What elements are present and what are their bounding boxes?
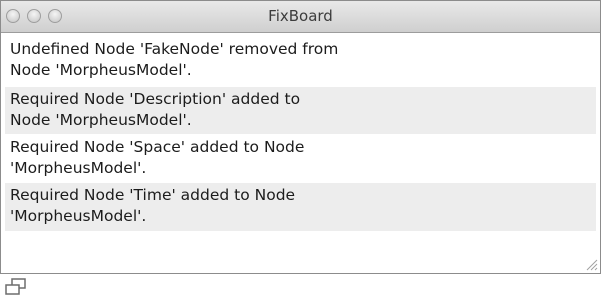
window-restore-icon[interactable] [4, 278, 34, 296]
list-item[interactable]: Required Node 'Time' added to Node 'Morp… [5, 183, 596, 232]
window-title: FixBoard [268, 7, 333, 25]
message-list: Undefined Node 'FakeNode' removed from N… [5, 37, 596, 232]
fixboard-window: FixBoard Undefined Node 'FakeNode' remov… [0, 0, 601, 274]
title-bar[interactable]: FixBoard [1, 1, 600, 33]
list-item[interactable]: Undefined Node 'FakeNode' removed from N… [5, 37, 596, 87]
list-item[interactable]: Required Node 'Space' added to Node 'Mor… [5, 135, 596, 183]
resize-grip-icon[interactable] [584, 257, 598, 271]
list-item[interactable]: Required Node 'Description' added to Nod… [5, 87, 596, 135]
